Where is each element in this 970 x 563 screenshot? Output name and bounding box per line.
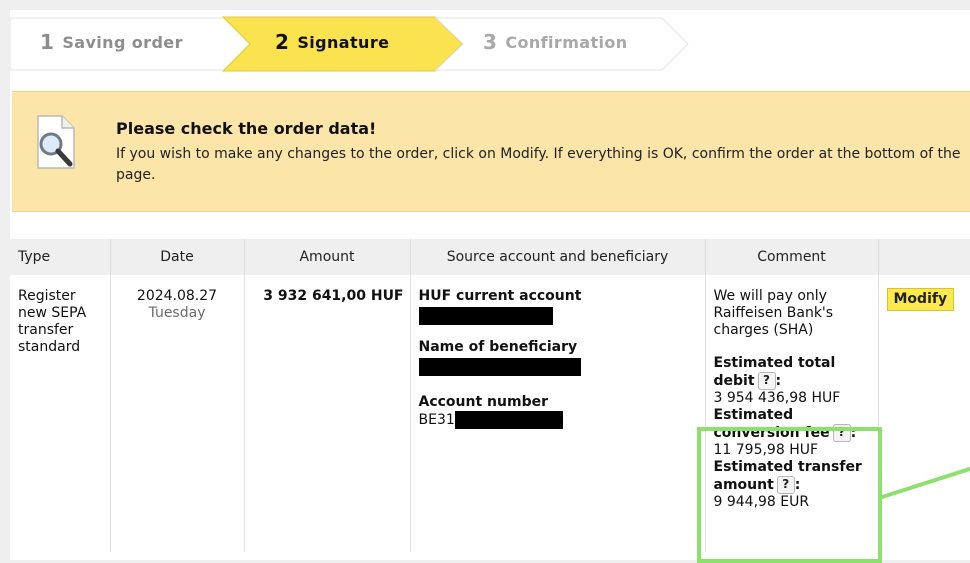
progress-steps: 1 Saving order 2 Signature 3 Confirmation bbox=[10, 10, 710, 72]
cell-amount: 3 932 641,00 HUF bbox=[243, 275, 410, 552]
order-table: Type Date Amount Source account and bene… bbox=[10, 239, 970, 552]
header-date: Date bbox=[109, 239, 244, 275]
total-debit-label-line2: debit bbox=[713, 373, 755, 389]
header-amount: Amount bbox=[243, 239, 410, 275]
transfer-amount-label-line1: Estimated transfer bbox=[713, 459, 862, 475]
help-icon[interactable]: ? bbox=[832, 424, 851, 442]
redacted-beneficiary-name bbox=[418, 358, 581, 376]
check-order-notice: Please check the order data! If you wish… bbox=[12, 91, 970, 212]
transfer-amount-label-line2: amount bbox=[713, 477, 774, 493]
step-number: 3 bbox=[483, 30, 498, 54]
conversion-fee-value: 11 795,98 HUF bbox=[713, 442, 819, 458]
step-signature-active: 2 Signature bbox=[275, 30, 389, 54]
redacted-source-account bbox=[418, 307, 553, 325]
magnifier-document-icon bbox=[37, 115, 75, 169]
help-icon[interactable]: ? bbox=[776, 476, 795, 494]
header-comment: Comment bbox=[704, 239, 878, 275]
header-actions bbox=[877, 239, 970, 275]
step-label: Signature bbox=[297, 33, 390, 52]
colon: : bbox=[775, 373, 782, 389]
account-number-prefix: BE31 bbox=[418, 412, 455, 428]
redacted-account-number bbox=[454, 411, 563, 429]
table-header-row: Type Date Amount Source account and bene… bbox=[10, 239, 970, 275]
account-number-label: Account number bbox=[418, 394, 549, 410]
table-row: Register new SEPA transfer standard 2024… bbox=[10, 275, 970, 552]
source-account-label: HUF current account bbox=[418, 288, 582, 304]
cell-comment: We will pay only Raiffeisen Bank's charg… bbox=[704, 275, 878, 552]
colon: : bbox=[794, 477, 801, 493]
step-confirmation: 3 Confirmation bbox=[483, 30, 628, 54]
cell-type: Register new SEPA transfer standard bbox=[18, 288, 87, 355]
order-weekday: Tuesday bbox=[148, 305, 206, 321]
page: 1 Saving order 2 Signature 3 Confirmation P… bbox=[10, 10, 970, 563]
header-source-beneficiary: Source account and beneficiary bbox=[409, 239, 705, 275]
beneficiary-label: Name of beneficiary bbox=[418, 339, 578, 355]
help-icon[interactable]: ? bbox=[757, 372, 776, 390]
notice-text: If you wish to make any changes to the o… bbox=[116, 146, 961, 183]
transfer-amount-label: Estimated transfer amount?: bbox=[714, 459, 870, 494]
cell-actions: Modify bbox=[877, 275, 970, 552]
notice-title: Please check the order data! bbox=[116, 119, 377, 138]
step-label: Confirmation bbox=[505, 33, 628, 52]
order-date: 2024.08.27 bbox=[136, 288, 218, 304]
charges-comment: We will pay only Raiffeisen Bank's charg… bbox=[713, 288, 834, 338]
step-saving-order: 1 Saving order bbox=[40, 30, 183, 54]
cell-source-beneficiary: HUF current account Name of beneficiary … bbox=[409, 275, 705, 552]
conversion-fee-label-line2: conversion fee bbox=[713, 425, 830, 441]
conversion-fee-label-line1: Estimated bbox=[713, 407, 794, 423]
step-number: 2 bbox=[275, 30, 290, 54]
step-label: Saving order bbox=[62, 33, 183, 52]
total-debit-label-line1: Estimated total bbox=[713, 355, 836, 371]
modify-button[interactable]: Modify bbox=[886, 288, 955, 311]
total-debit-label: Estimated total debit?: bbox=[714, 355, 870, 390]
header-type: Type bbox=[10, 239, 110, 275]
step-number: 1 bbox=[40, 30, 55, 54]
transfer-amount-value: 9 944,98 EUR bbox=[713, 494, 810, 510]
colon: : bbox=[850, 425, 857, 441]
cell-date: 2024.08.27 Tuesday bbox=[109, 275, 244, 552]
total-debit-value: 3 954 436,98 HUF bbox=[713, 390, 841, 406]
conversion-fee-label: Estimated conversion fee?: bbox=[714, 407, 870, 442]
